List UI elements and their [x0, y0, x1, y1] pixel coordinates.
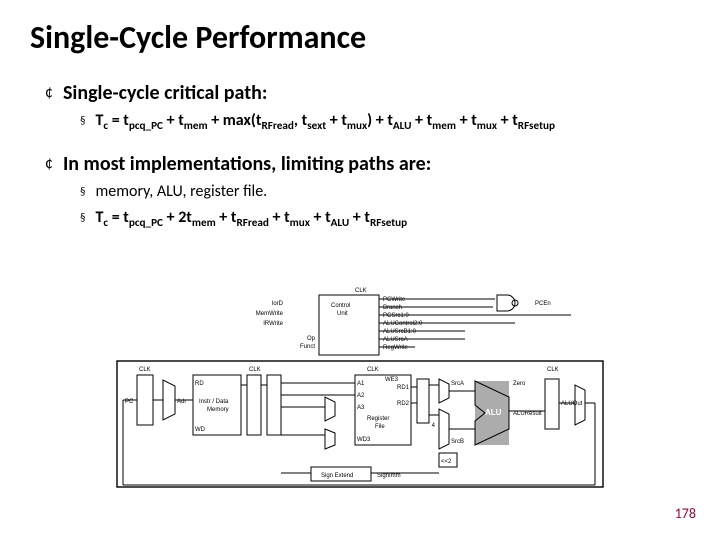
lbl-shift: <<2	[441, 459, 452, 465]
lbl-a3: A3	[357, 405, 365, 411]
bullet-2-sub-2: § Tc = tpcq_PC + 2tmem + tRFread + tmux …	[80, 207, 685, 234]
lbl-rd: RD	[195, 381, 204, 387]
f2-s2: mem	[192, 216, 216, 230]
lbl-signext: Sign Extend	[321, 473, 353, 479]
lbl-four: 4	[432, 423, 436, 429]
page-number: 178	[675, 505, 696, 522]
lbl-alusrcb: ALUSrcB1:0	[383, 329, 417, 335]
datapath-diagram: CLK Control Unit IorD MemWrite IRWrite O…	[115, 285, 605, 495]
lbl-zero: Zero	[513, 381, 526, 387]
lbl-pcwrite: PCWrite	[383, 297, 406, 303]
formula-2: Tc = tpcq_PC + 2tmem + tRFread + tmux + …	[95, 207, 407, 234]
slide: Single-Cycle Performance ¢ Single-cycle …	[0, 0, 720, 540]
bullet-mark: ¢	[45, 151, 53, 177]
f1-p3: + max(t	[208, 111, 262, 130]
f1-s9: RFsetup	[518, 119, 555, 133]
f2-s5: ALU	[331, 216, 350, 230]
formula-1: Tc = tpcq_PC + tmem + max(tRFread, tsext…	[95, 110, 554, 137]
f1-s4: sext	[307, 119, 326, 133]
f1-eq: = t	[108, 111, 129, 130]
lbl-funct: Funct	[300, 344, 315, 350]
lbl-irwrite: IRWrite	[263, 321, 283, 327]
f1-s5: mux	[347, 119, 367, 133]
f1-p5: + t	[326, 111, 347, 130]
lbl-clk-aluout: CLK	[547, 367, 559, 373]
bullet-1-text: Single-cycle critical path:	[63, 80, 267, 106]
bullet-1: ¢ Single-cycle critical path:	[45, 80, 685, 106]
lbl-clk-rf: CLK	[367, 367, 379, 373]
sub-mark: §	[80, 110, 85, 132]
lbl-clk-ir: CLK	[249, 367, 261, 373]
lbl-signimm: SignImm	[377, 473, 401, 479]
lbl-alu2: ALU	[485, 408, 502, 417]
lbl-instrdata: Instr / Data	[199, 399, 229, 405]
lbl-clk-pc: CLK	[139, 367, 151, 373]
lbl-iord: IorD	[272, 301, 284, 307]
lbl-control: Control	[331, 303, 350, 309]
bullet-2-sub-1: § memory, ALU, register file.	[80, 181, 685, 203]
f2-s1: pcq_PC	[129, 216, 163, 230]
lbl-unit: Unit	[337, 311, 348, 317]
lbl-op: Op	[307, 336, 316, 342]
sub-mark: §	[80, 181, 85, 203]
f1-p6: ) + t	[367, 111, 393, 130]
lbl-memory: Memory	[207, 407, 229, 413]
lbl-we3: WE3	[385, 377, 399, 383]
lbl-srcb: SrcB	[451, 439, 464, 445]
lbl-alucontrol: ALUControl2:0	[383, 321, 423, 327]
lbl-alusrca: ALUSrcA	[383, 337, 408, 343]
lbl-rd2: RD2	[397, 401, 410, 407]
f1-p2: + t	[163, 111, 184, 130]
f2-s3: RFread	[236, 216, 268, 230]
f1-s6: ALU	[393, 119, 412, 133]
sub-mark: §	[80, 207, 85, 229]
lbl-branch: Branch	[383, 305, 402, 311]
f1-s3: RFread	[261, 119, 293, 133]
lbl-regwrite: RegWrite	[383, 345, 409, 351]
f1-s1: pcq_PC	[129, 119, 163, 133]
slide-body: ¢ Single-cycle critical path: § Tc = tpc…	[45, 80, 685, 248]
f2-s6: RFsetup	[370, 216, 407, 230]
f2-eq: = t	[108, 208, 129, 227]
bullet-2-text: In most implementations, limiting paths …	[63, 151, 431, 177]
f2-s4: mux	[290, 216, 310, 230]
f1-p7: + t	[411, 111, 432, 130]
f1-p4: , t	[294, 111, 307, 130]
lbl-wd3: WD3	[357, 437, 371, 443]
sub-2-1-text: memory, ALU, register file.	[95, 181, 267, 203]
lbl-regfile: Register	[367, 416, 389, 422]
lbl-pcsrc: PCSrc1:0	[383, 313, 409, 319]
f1-s7: mem	[432, 119, 456, 133]
f1-s2: mem	[184, 119, 208, 133]
f1-p9: + t	[497, 111, 518, 130]
f2-p5: + t	[310, 208, 331, 227]
slide-title: Single-Cycle Performance	[30, 18, 366, 57]
f1-s8: mux	[477, 119, 497, 133]
lbl-rd1: RD1	[397, 385, 410, 391]
lbl-wd: WD	[195, 427, 206, 433]
lbl-clk: CLK	[355, 288, 367, 294]
lbl-aluout: ALUOut	[561, 401, 583, 407]
lbl-file: File	[375, 424, 385, 430]
f2-p2: + 2t	[163, 208, 192, 227]
bullet-2: ¢ In most implementations, limiting path…	[45, 151, 685, 177]
lbl-memwrite: MemWrite	[256, 311, 284, 317]
bullet-mark: ¢	[45, 80, 53, 106]
f1-p8: + t	[456, 111, 477, 130]
f2-p4: + t	[269, 208, 290, 227]
bullet-1-sub-1: § Tc = tpcq_PC + tmem + max(tRFread, tse…	[80, 110, 685, 137]
lbl-a2: A2	[357, 393, 365, 399]
lbl-aluresult: ALUResult	[513, 411, 542, 417]
f2-p6: + t	[349, 208, 370, 227]
lbl-a1: A1	[357, 381, 365, 387]
lbl-srca: SrcA	[451, 381, 464, 387]
lbl-pcen: PCEn	[535, 301, 551, 307]
f2-p3: + t	[216, 208, 237, 227]
